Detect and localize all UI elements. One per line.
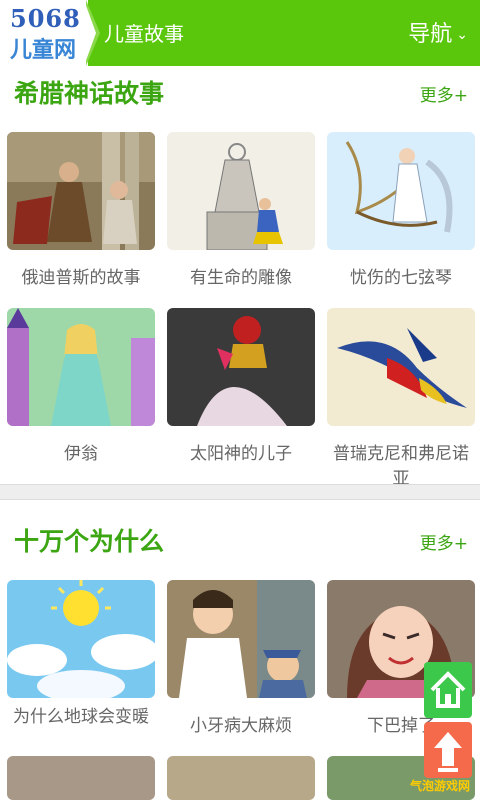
top-bar: 5068 儿童网 儿童故事 导航 ⌄ — [0, 0, 480, 66]
story-caption: 普瑞克尼和弗尼诺亚 — [333, 444, 469, 489]
story-thumbnail — [167, 132, 315, 250]
more-link[interactable]: 更多+ — [420, 81, 468, 106]
back-to-top-button[interactable] — [424, 722, 472, 778]
story-thumbnail — [327, 308, 475, 426]
story-thumbnail — [7, 132, 155, 250]
story-caption: 太阳神的儿子 — [190, 444, 292, 464]
site-logo[interactable]: 5068 儿童网 — [0, 0, 88, 66]
story-card[interactable]: 伊翁 — [7, 308, 155, 478]
more-link[interactable]: 更多+ — [420, 529, 468, 554]
arrow-up-icon — [434, 732, 462, 772]
watermark-text: 气泡游戏网 — [409, 779, 470, 793]
site-title[interactable]: 儿童故事 — [104, 18, 184, 47]
story-thumbnail — [7, 580, 155, 698]
logo-number: 5068 — [10, 4, 81, 33]
story-thumbnail — [167, 580, 315, 698]
home-button[interactable] — [424, 662, 472, 718]
chevron-down-icon: ⌄ — [456, 27, 468, 43]
header-arrow-inner — [84, 0, 96, 66]
story-card[interactable]: 太阳神的儿子 — [167, 308, 315, 478]
story-thumbnail — [327, 132, 475, 250]
story-caption: 忧伤的七弦琴 — [350, 268, 452, 288]
story-caption: 伊翁 — [64, 444, 98, 464]
section-title: 希腊神话故事 — [14, 79, 165, 108]
nav-label: 导航 — [408, 22, 453, 47]
story-card[interactable]: 忧伤的七弦琴 — [327, 132, 475, 302]
home-icon — [430, 671, 466, 708]
story-card[interactable] — [167, 756, 315, 800]
story-thumbnail — [167, 756, 315, 800]
nav-button[interactable]: 导航 ⌄ — [408, 16, 468, 48]
story-card[interactable]: 俄迪普斯的故事 — [7, 132, 155, 302]
section-title: 十万个为什么 — [14, 527, 165, 556]
story-caption: 小牙病大麻烦 — [190, 716, 292, 736]
story-thumbnail — [167, 308, 315, 426]
logo-text: 儿童网 — [10, 38, 77, 63]
section-why: 十万个为什么 更多+ 为什么地球会变暖 小牙病大麻烦 下巴掉了 — [0, 498, 480, 800]
story-caption: 为什么地球会变暖 — [13, 707, 149, 727]
story-card[interactable]: 为什么地球会变暖 — [7, 580, 155, 740]
story-thumbnail — [7, 308, 155, 426]
story-caption: 俄迪普斯的故事 — [21, 268, 141, 288]
story-caption: 有生命的雕像 — [190, 268, 292, 288]
story-card[interactable]: 小牙病大麻烦 — [167, 580, 315, 740]
story-card[interactable]: 有生命的雕像 — [167, 132, 315, 302]
story-thumbnail — [7, 756, 155, 800]
story-card[interactable] — [7, 756, 155, 800]
story-card[interactable]: 普瑞克尼和弗尼诺亚 — [327, 308, 475, 489]
section-greek-myths: 希腊神话故事 更多+ 俄迪普斯的故事 有生命的雕像 忧伤的七弦琴 伊翁 太阳神的… — [0, 66, 480, 489]
